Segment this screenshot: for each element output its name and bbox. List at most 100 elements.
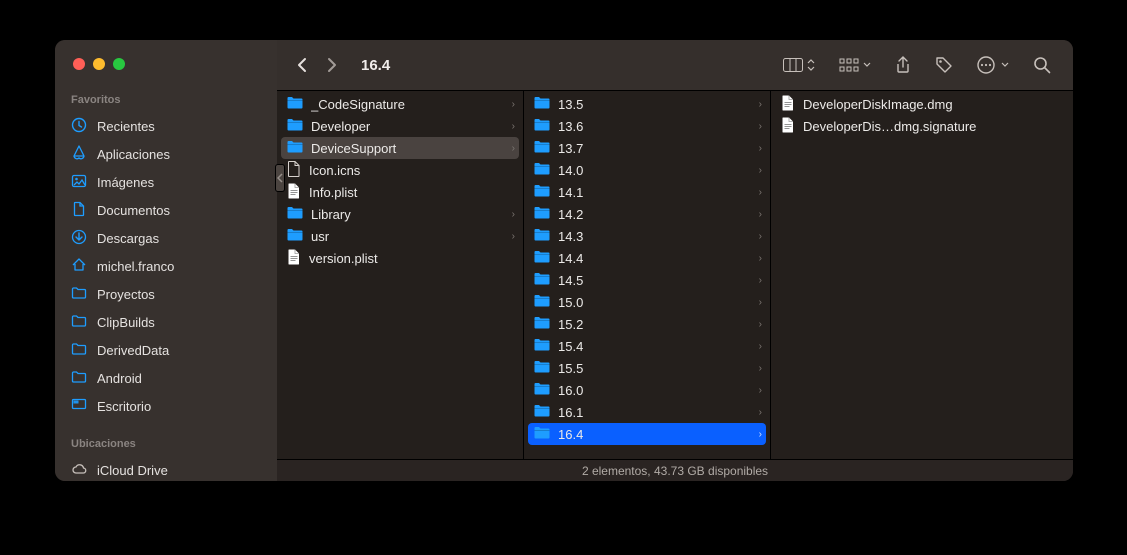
group-by-button[interactable] bbox=[839, 58, 871, 72]
folder-icon bbox=[534, 96, 550, 112]
column-browser: _CodeSignature›Developer› DeviceSupport › I… bbox=[277, 91, 1073, 459]
folder-row[interactable]: 13.7› bbox=[524, 137, 770, 159]
browser-column: _CodeSignature›Developer› DeviceSupport › I… bbox=[277, 91, 524, 459]
view-columns-button[interactable] bbox=[783, 58, 815, 72]
browser-column: 13.5›13.6›13.7›14.0›14.1›14.2›14.3›14.4›… bbox=[524, 91, 771, 459]
folder-row[interactable]: 15.5› bbox=[524, 357, 770, 379]
window-title: 16.4 bbox=[361, 57, 779, 74]
sidebar-item[interactable]: Recientes bbox=[55, 112, 277, 140]
folder-row[interactable]: 15.0› bbox=[524, 291, 770, 313]
sidebar-item-label: Recientes bbox=[97, 119, 155, 134]
sidebar-section-title: Ubicaciones bbox=[55, 434, 277, 456]
download-icon bbox=[71, 229, 87, 248]
sidebar: FavoritosRecientesAplicacionesImágenesDo… bbox=[55, 40, 277, 481]
folder-icon bbox=[534, 118, 550, 134]
chevron-right-icon: › bbox=[512, 231, 515, 242]
sidebar-item[interactable]: Escritorio bbox=[55, 392, 277, 420]
folder-icon bbox=[71, 285, 87, 304]
zoom-window-button[interactable] bbox=[113, 58, 125, 70]
more-actions-button[interactable] bbox=[977, 56, 1009, 74]
folder-row[interactable]: 14.1 › bbox=[524, 181, 770, 203]
chevron-down-icon bbox=[1001, 62, 1009, 68]
sidebar-item[interactable]: iCloud Drive bbox=[55, 456, 277, 481]
folder-icon bbox=[287, 228, 303, 244]
chevron-right-icon: › bbox=[512, 143, 515, 154]
chevron-right-icon: › bbox=[512, 121, 515, 132]
folder-row[interactable]: 16.4› bbox=[528, 423, 766, 445]
chevron-right-icon: › bbox=[759, 429, 762, 440]
item-name: DeviceSupport bbox=[311, 141, 504, 156]
file-row[interactable]: DeveloperDis…dmg.signature bbox=[771, 115, 1073, 137]
file-icon bbox=[781, 95, 795, 114]
sidebar-item[interactable]: Documentos bbox=[55, 196, 277, 224]
file-row[interactable]: Info.plist bbox=[277, 181, 523, 203]
cloud-icon bbox=[71, 461, 87, 480]
folder-icon bbox=[534, 426, 550, 442]
sidebar-item[interactable]: ClipBuilds bbox=[55, 308, 277, 336]
item-name: Icon.icns bbox=[309, 163, 515, 178]
tags-button[interactable] bbox=[935, 56, 953, 74]
item-name: 15.4 bbox=[558, 339, 751, 354]
item-name: 14.1 bbox=[558, 185, 751, 200]
sidebar-item[interactable]: Aplicaciones bbox=[55, 140, 277, 168]
folder-row[interactable]: DeviceSupport › bbox=[281, 137, 519, 159]
folder-row[interactable]: 14.5› bbox=[524, 269, 770, 291]
forward-button[interactable] bbox=[319, 52, 345, 78]
chevron-right-icon: › bbox=[759, 407, 762, 418]
sidebar-item-label: DerivedData bbox=[97, 343, 169, 358]
folder-row[interactable]: Library› bbox=[277, 203, 523, 225]
folder-icon bbox=[71, 369, 87, 388]
item-name: 14.4 bbox=[558, 251, 751, 266]
folder-row[interactable]: 14.2› bbox=[524, 203, 770, 225]
sidebar-item[interactable]: michel.franco bbox=[55, 252, 277, 280]
close-window-button[interactable] bbox=[73, 58, 85, 70]
minimize-window-button[interactable] bbox=[93, 58, 105, 70]
sidebar-item[interactable]: Proyectos bbox=[55, 280, 277, 308]
file-row[interactable]: Icon.icns bbox=[277, 159, 523, 181]
folder-row[interactable]: 16.1› bbox=[524, 401, 770, 423]
file-icon bbox=[287, 249, 301, 268]
sidebar-item[interactable]: Android bbox=[55, 364, 277, 392]
folder-row[interactable]: _CodeSignature› bbox=[277, 93, 523, 115]
search-button[interactable] bbox=[1033, 56, 1051, 74]
folder-row[interactable]: 15.4› bbox=[524, 335, 770, 357]
item-name: usr bbox=[311, 229, 504, 244]
sidebar-item[interactable]: Descargas bbox=[55, 224, 277, 252]
folder-icon bbox=[534, 140, 550, 156]
folder-icon bbox=[534, 404, 550, 420]
sidebar-item[interactable]: Imágenes bbox=[55, 168, 277, 196]
folder-row[interactable]: 14.3› bbox=[524, 225, 770, 247]
folder-row[interactable]: usr › bbox=[277, 225, 523, 247]
file-row[interactable]: version.plist bbox=[277, 247, 523, 269]
folder-icon bbox=[287, 96, 303, 112]
chevron-right-icon: › bbox=[759, 385, 762, 396]
file-icon bbox=[287, 183, 301, 202]
chevron-right-icon: › bbox=[759, 253, 762, 264]
file-row[interactable]: DeveloperDiskImage.dmg bbox=[771, 93, 1073, 115]
sidebar-collapse-handle[interactable] bbox=[275, 164, 285, 192]
folder-row[interactable]: 13.5› bbox=[524, 93, 770, 115]
item-name: 13.6 bbox=[558, 119, 751, 134]
folder-icon bbox=[534, 294, 550, 310]
home-icon bbox=[71, 257, 87, 276]
item-name: 14.0 bbox=[558, 163, 751, 178]
chevron-right-icon: › bbox=[759, 187, 762, 198]
clock-icon bbox=[71, 117, 87, 136]
folder-icon bbox=[71, 341, 87, 360]
folder-icon bbox=[287, 140, 303, 156]
sidebar-item[interactable]: DerivedData bbox=[55, 336, 277, 364]
chevron-right-icon: › bbox=[759, 275, 762, 286]
finder-window: FavoritosRecientesAplicacionesImágenesDo… bbox=[55, 40, 1073, 481]
folder-row[interactable]: Developer› bbox=[277, 115, 523, 137]
folder-row[interactable]: 15.2› bbox=[524, 313, 770, 335]
folder-row[interactable]: 14.4 › bbox=[524, 247, 770, 269]
item-name: DeveloperDis…dmg.signature bbox=[803, 119, 1065, 134]
status-bar: 2 elementos, 43.73 GB disponibles bbox=[277, 459, 1073, 481]
back-button[interactable] bbox=[289, 52, 315, 78]
folder-row[interactable]: 14.0› bbox=[524, 159, 770, 181]
share-button[interactable] bbox=[895, 56, 911, 74]
folder-row[interactable]: 16.0› bbox=[524, 379, 770, 401]
item-name: 14.3 bbox=[558, 229, 751, 244]
folder-row[interactable]: 13.6› bbox=[524, 115, 770, 137]
status-text: 2 elementos, 43.73 GB disponibles bbox=[582, 464, 768, 478]
